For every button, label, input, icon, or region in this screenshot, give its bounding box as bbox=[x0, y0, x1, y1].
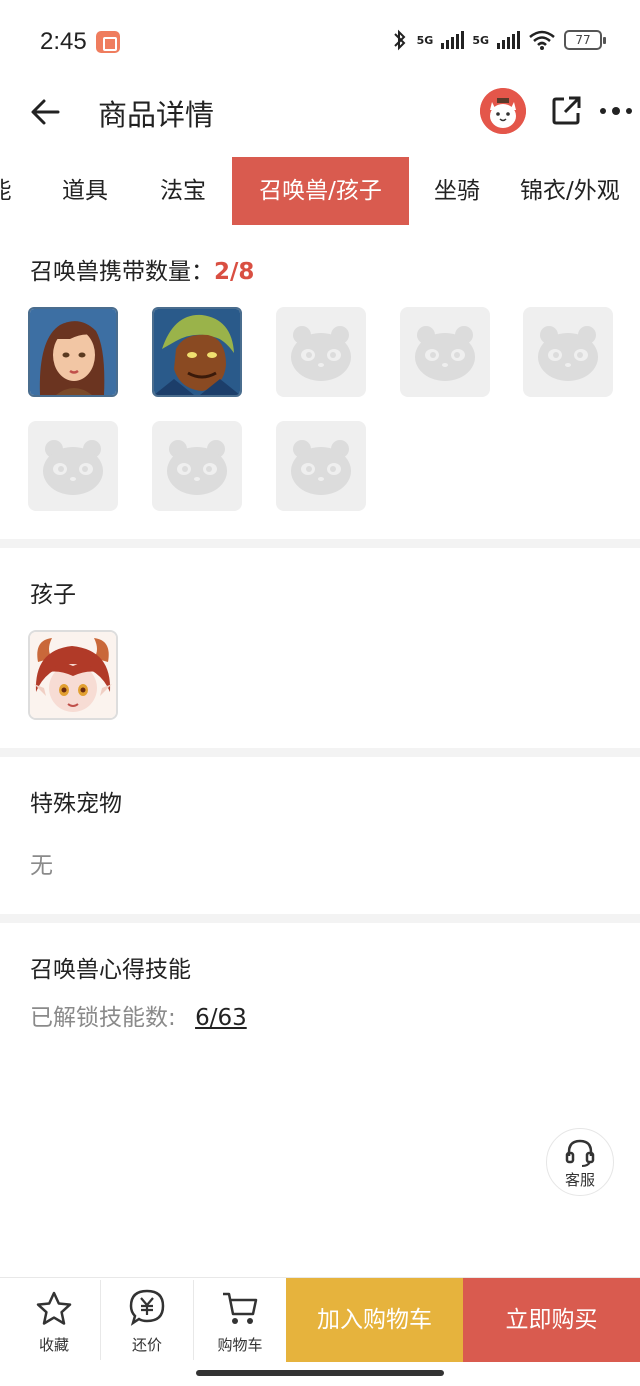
signal-icon bbox=[441, 31, 465, 49]
shopping-cart-icon bbox=[223, 1292, 258, 1324]
more-options-icon[interactable] bbox=[598, 106, 634, 116]
beast-warrior-avatar bbox=[154, 309, 240, 395]
bluetooth-icon bbox=[393, 29, 406, 51]
summons-heading: 召唤兽携带数量：2/8 bbox=[30, 252, 254, 286]
signal-icon bbox=[497, 31, 520, 49]
back-arrow-icon[interactable] bbox=[28, 92, 64, 132]
skills-unlocked-label: 已解锁技能数: bbox=[30, 1005, 176, 1031]
summon-slot-4[interactable] bbox=[400, 307, 490, 397]
summon-slot-2[interactable] bbox=[152, 307, 242, 397]
summon-slot-6[interactable] bbox=[28, 421, 118, 511]
summons-count: 2/8 bbox=[214, 259, 255, 285]
skills-unlocked-value[interactable]: 6/63 bbox=[195, 1005, 247, 1031]
tab-mounts[interactable]: 坐骑 bbox=[412, 157, 502, 225]
summon-slot-8[interactable] bbox=[276, 421, 366, 511]
home-indicator[interactable] bbox=[196, 1370, 444, 1376]
summon-slot-1[interactable] bbox=[28, 307, 118, 397]
headset-icon bbox=[565, 1139, 595, 1167]
panda-placeholder-icon bbox=[43, 440, 103, 495]
bottom-action-bar: 收藏 还价 购物车 加入购物车 立即购买 bbox=[0, 1277, 640, 1362]
favorite-label: 收藏 bbox=[38, 1336, 69, 1354]
tab-treasures[interactable]: 法宝 bbox=[138, 157, 228, 225]
wifi-icon bbox=[529, 30, 555, 50]
panda-placeholder-icon bbox=[291, 326, 351, 381]
bargain-button[interactable]: 还价 bbox=[101, 1278, 193, 1362]
section-divider bbox=[0, 748, 640, 757]
skills-unlocked-row: 已解锁技能数: 6/63 bbox=[30, 998, 247, 1032]
tab-skills[interactable]: 能 bbox=[0, 157, 12, 225]
network-type-2: 5G bbox=[472, 33, 489, 47]
mascot-icon bbox=[480, 88, 526, 134]
yuan-chat-icon bbox=[129, 1289, 165, 1326]
app-notification-icon bbox=[96, 31, 120, 53]
summon-slot-7[interactable] bbox=[152, 421, 242, 511]
summon-slot-3[interactable] bbox=[276, 307, 366, 397]
cart-label: 购物车 bbox=[217, 1336, 263, 1354]
page-title: 商品详情 bbox=[98, 98, 215, 132]
tab-summons-children[interactable]: 召唤兽/孩子 bbox=[232, 157, 409, 225]
female-character-avatar bbox=[30, 309, 116, 395]
category-tabs: 能 道具 法宝 召唤兽/孩子 坐骑 锦衣/外观 bbox=[0, 157, 640, 225]
children-title: 孩子 bbox=[30, 582, 76, 608]
add-to-cart-button[interactable]: 加入购物车 bbox=[286, 1278, 463, 1362]
network-type-1: 5G bbox=[416, 33, 434, 47]
section-divider bbox=[0, 914, 640, 923]
user-avatar[interactable] bbox=[480, 88, 526, 134]
summon-slot-5[interactable] bbox=[523, 307, 613, 397]
bargain-label: 还价 bbox=[131, 1336, 162, 1354]
panda-placeholder-icon bbox=[167, 440, 227, 495]
star-icon bbox=[36, 1291, 72, 1325]
customer-service-label: 客服 bbox=[564, 1171, 595, 1189]
horned-child-avatar bbox=[30, 632, 116, 718]
skills-title: 召唤兽心得技能 bbox=[30, 957, 191, 983]
tab-outfits[interactable]: 锦衣/外观 bbox=[520, 157, 640, 225]
tab-items[interactable]: 道具 bbox=[40, 157, 130, 225]
buy-now-button[interactable]: 立即购买 bbox=[463, 1278, 640, 1362]
summons-title: 召唤兽携带数量： bbox=[30, 259, 214, 285]
panda-placeholder-icon bbox=[415, 326, 475, 381]
customer-service-button[interactable]: 客服 bbox=[546, 1128, 614, 1196]
panda-placeholder-icon bbox=[291, 440, 351, 495]
child-slot-1[interactable] bbox=[28, 630, 118, 720]
status-bar: 2:45 5G 5G 77 bbox=[0, 0, 640, 84]
favorite-button[interactable]: 收藏 bbox=[8, 1278, 100, 1362]
special-pets-value: 无 bbox=[30, 853, 53, 879]
panda-placeholder-icon bbox=[538, 326, 598, 381]
status-time: 2:45 bbox=[40, 28, 87, 55]
battery-icon: 77 bbox=[564, 30, 606, 50]
share-icon[interactable] bbox=[551, 94, 581, 126]
section-divider bbox=[0, 539, 640, 548]
app-header: 商品详情 bbox=[0, 84, 640, 140]
cart-button[interactable]: 购物车 bbox=[194, 1278, 286, 1362]
special-pets-title: 特殊宠物 bbox=[30, 791, 122, 817]
status-icons: 5G 5G 77 bbox=[391, 28, 606, 52]
